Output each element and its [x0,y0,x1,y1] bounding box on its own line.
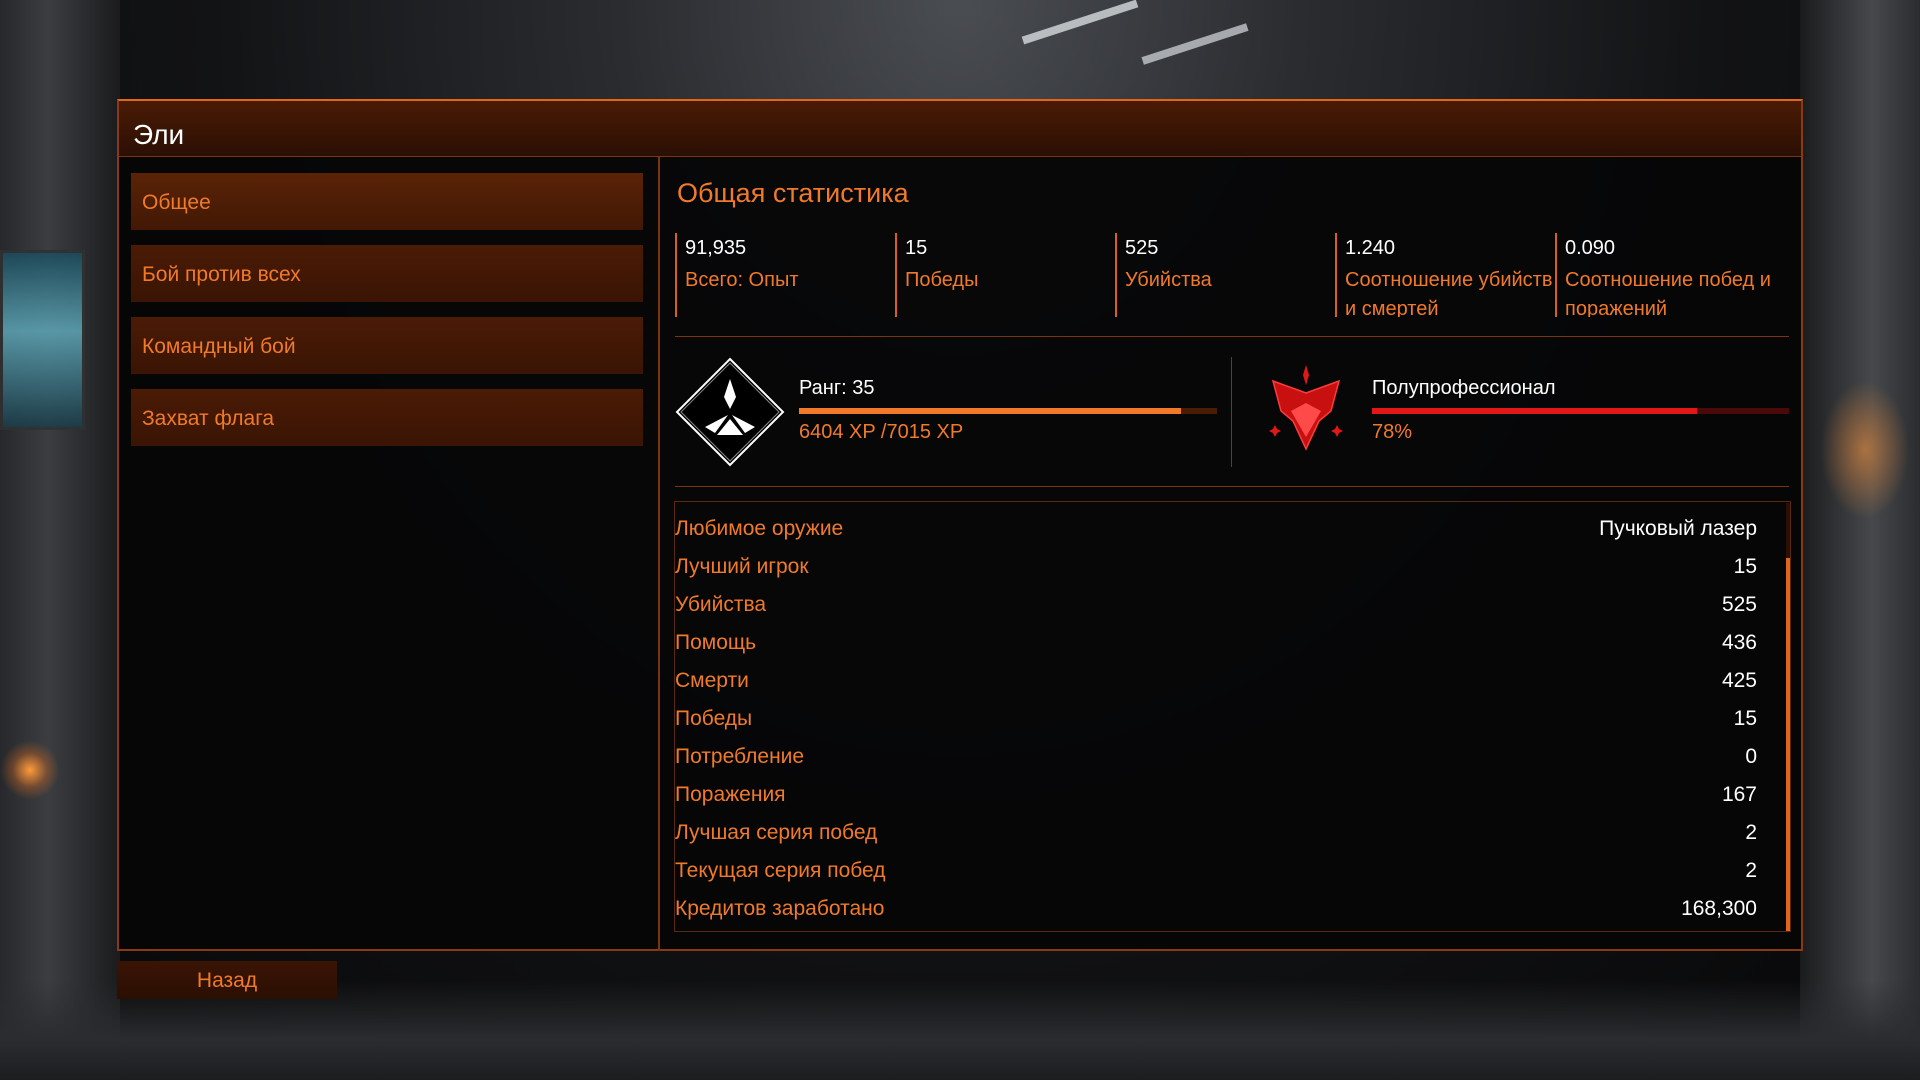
menu-item-deathmatch[interactable]: Бой против всех [131,245,643,302]
stat-label: Победы [905,269,979,291]
detail-row: Поражения 167 [675,777,1775,815]
detail-value: 2 [1745,821,1757,844]
rank-diamond-icon [675,357,785,467]
detail-label: Любимое оружие [675,517,844,540]
stats-panel: Эли Общее Бой против всех Командный бой … [117,99,1803,951]
panel-divider [658,157,660,951]
player-name: Эли [133,119,185,150]
background-screen [0,250,85,430]
section-title: Общая статистика [677,178,909,208]
stat-wl-ratio: 0.090 Соотношение побед и поражений [1555,233,1787,317]
detail-label: Текущая серия побед [675,859,886,882]
detail-row: Лучшая серия побед 2 [675,815,1775,853]
stat-kd-ratio: 1.240 Соотношение убийств и смертей [1335,233,1555,317]
background-glow [0,740,60,800]
detail-label: Смерти [675,669,749,692]
stat-label: Соотношение убийств и смертей [1345,269,1553,317]
detail-label: Лучшая серия побед [675,821,878,844]
background-left-wall [0,0,120,1080]
rank-progress-fill [799,408,1181,414]
detail-value: 0 [1745,745,1757,768]
detail-row: Смерти 425 [675,663,1775,701]
stat-value: 91,935 [685,237,747,259]
separator [675,336,1789,337]
stat-value: 525 [1125,237,1159,259]
scrollbar-thumb[interactable] [1786,558,1790,931]
stat-kills: 525 Убийства [1115,233,1335,317]
detail-label: Поражения [675,783,786,806]
menu-item-team-battle[interactable]: Командный бой [131,317,643,374]
detail-row: Победы 15 [675,701,1775,739]
separator [675,486,1789,487]
menu-item-capture-flag[interactable]: Захват флага [131,389,643,446]
detail-label: Убийства [675,593,767,616]
detail-row: Потребление 0 [675,739,1775,777]
detail-label: Лучший игрок [675,555,809,578]
detail-value: 167 [1721,783,1757,806]
skill-progress-fill [1372,408,1698,414]
background-right-wall [1800,0,1920,1080]
stat-value: 15 [905,237,928,259]
rank-progress-bar [799,408,1217,414]
stat-value: 0.090 [1565,237,1616,259]
detail-row: Помощь 436 [675,625,1775,663]
detail-value: 436 [1721,631,1757,654]
detail-label: Кредитов заработано [675,897,885,920]
details-list[interactable]: Любимое оружие Пучковый лазер Лучший игр… [674,501,1791,932]
stat-label: Соотношение побед и поражений [1565,269,1771,317]
detail-value: 15 [1733,707,1757,730]
stat-wins: 15 Победы [895,233,1115,317]
detail-value: 425 [1721,669,1757,692]
rank-label: Ранг: 35 [799,377,875,399]
detail-label: Помощь [675,631,757,654]
detail-value: 15 [1733,555,1757,578]
stat-label: Всего: Опыт [685,269,799,291]
skill-progress-bar [1372,408,1789,414]
stat-label: Убийства [1125,269,1212,291]
detail-row: Любимое оружие Пучковый лазер [675,511,1775,549]
detail-label: Потребление [675,745,805,768]
detail-value: 168,300 [1681,897,1757,920]
detail-row: Лучший игрок 15 [675,549,1775,587]
menu-item-general[interactable]: Общее [131,173,643,230]
detail-value: 525 [1721,593,1757,616]
detail-value: Пучковый лазер [1599,517,1757,540]
stat-value: 1.240 [1345,237,1396,259]
skill-label: Полупрофессионал [1372,377,1556,399]
background-glow-right [1820,380,1910,520]
back-button[interactable]: Назад [117,961,337,999]
detail-row: Кредитов заработано 168,300 [675,891,1775,929]
rank-divider [1231,357,1232,467]
panel-header: Эли [119,101,1801,157]
stat-total-xp: 91,935 Всего: Опыт [675,233,895,317]
detail-label: Победы [675,707,753,730]
skill-emblem-icon [1261,363,1351,457]
detail-row: Убийства 525 [675,587,1775,625]
detail-row: Текущая серия побед 2 [675,853,1775,891]
skill-percent: 78% [1372,421,1413,443]
rank-xp-text: 6404 XP /7015 XP [799,421,964,443]
detail-value: 2 [1745,859,1757,882]
details-scrollbar[interactable] [1786,503,1790,931]
